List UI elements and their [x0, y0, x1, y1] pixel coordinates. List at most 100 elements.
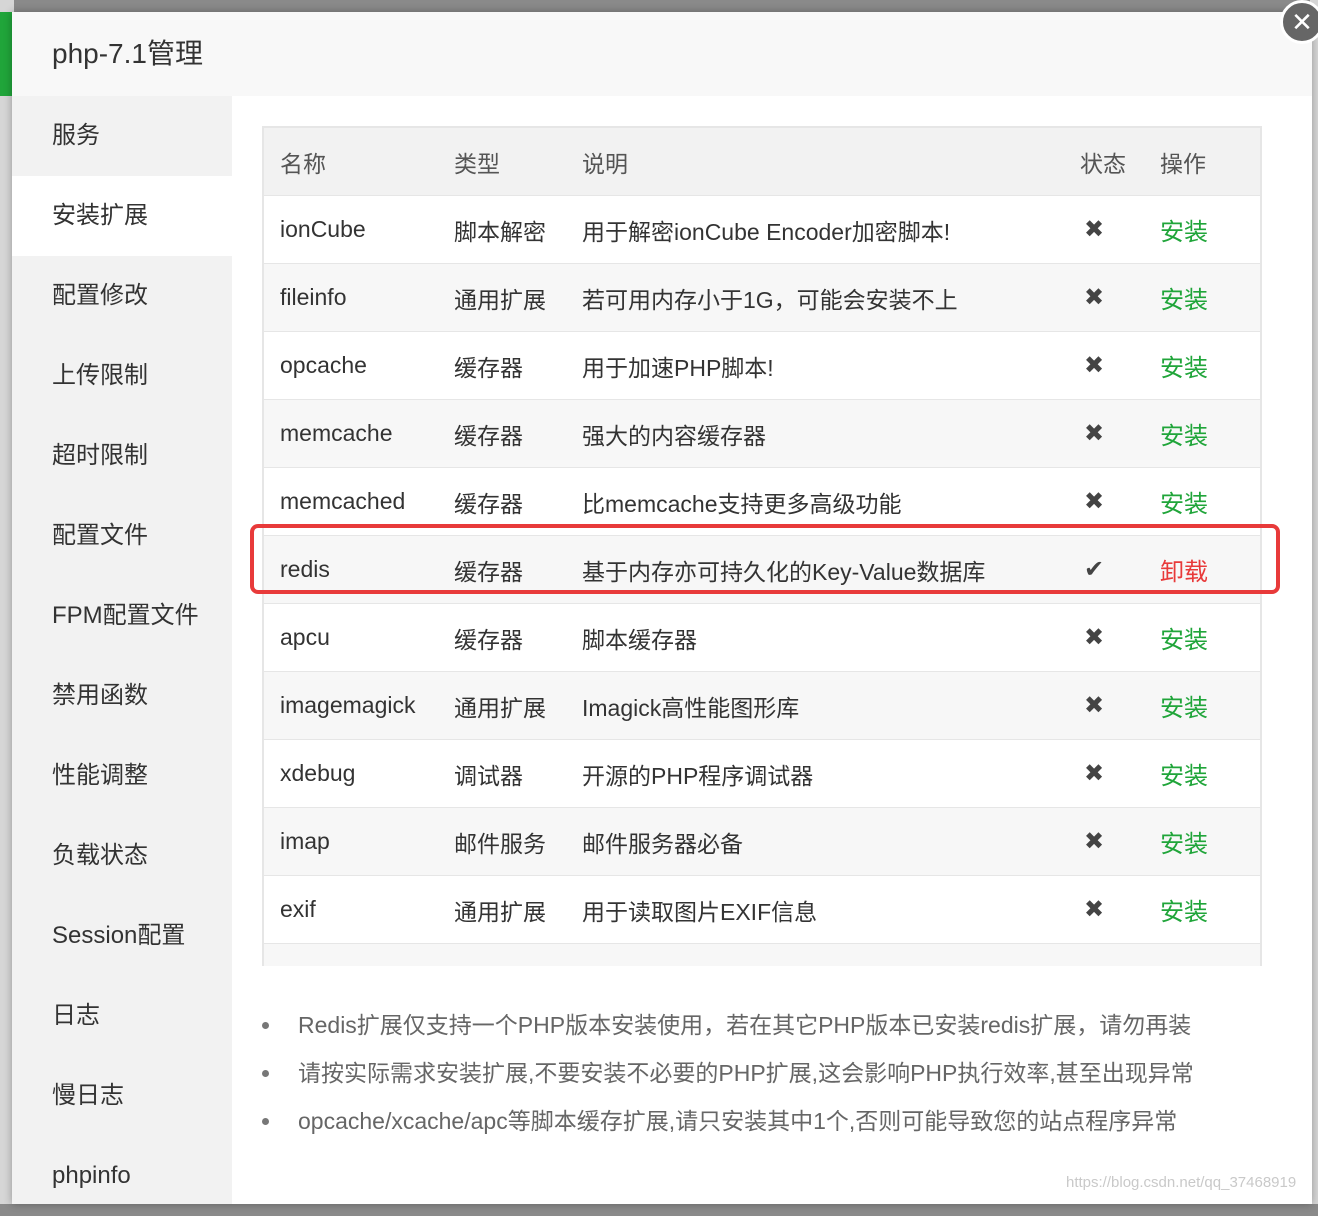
cross-icon: ✖ [1080, 875, 1160, 944]
cross-icon: ✖ [1080, 467, 1160, 536]
cross-icon-text: ✖ [1084, 420, 1105, 447]
sidebar-item-4[interactable]: 超时限制 [12, 416, 232, 496]
cell-name-text: memcached [280, 488, 406, 514]
cell-type: 缓存器 [454, 331, 582, 400]
cell-name: memcache [264, 399, 454, 468]
cell-desc: 邮件服务器必备 [582, 807, 1080, 876]
cell-name: xdebug [264, 739, 454, 808]
install-button[interactable]: 安装 [1160, 603, 1260, 672]
install-button[interactable]: 安装 [1160, 807, 1260, 876]
sidebar-item-6[interactable]: FPM配置文件 [12, 576, 232, 656]
sidebar-item-5[interactable]: 配置文件 [12, 496, 232, 576]
install-button-text[interactable]: 安装 [1160, 423, 1208, 450]
cross-icon: ✖ [1080, 739, 1160, 808]
cell-name-text: memcache [280, 420, 393, 446]
cell-desc: 开源的PHP程序调试器 [582, 739, 1080, 808]
cross-icon: ✖ [1080, 807, 1160, 876]
cell-name-text: exif [280, 896, 316, 922]
install-button[interactable] [1160, 943, 1260, 966]
cell-desc-text: 强大的内容缓存器 [582, 422, 766, 449]
install-button-text[interactable]: 安装 [1160, 491, 1208, 518]
install-button-text[interactable]: 安装 [1160, 627, 1208, 654]
cell-name: opcache [264, 331, 454, 400]
cell-desc-text: 邮件服务器必备 [582, 830, 743, 857]
close-icon[interactable]: ✕ [1280, 0, 1318, 44]
sidebar-item-8[interactable]: 性能调整 [12, 736, 232, 816]
cell-name-text: imagemagick [280, 692, 416, 718]
install-button[interactable]: 安装 [1160, 467, 1260, 536]
install-button-text[interactable]: 安装 [1160, 763, 1208, 790]
table-row: redis 缓存器 基于内存亦可持久化的Key-Value数据库 ✔ 卸载 [264, 535, 1260, 604]
install-button-text[interactable]: 安装 [1160, 219, 1208, 246]
cross-icon-text [1080, 964, 1084, 967]
cell-type [454, 943, 582, 966]
uninstall-button[interactable]: 卸载 [1160, 535, 1260, 604]
cell-type-text: 脚本解密 [454, 218, 546, 245]
cross-icon: ✖ [1080, 603, 1160, 672]
install-button[interactable]: 安装 [1160, 263, 1260, 332]
header-op: 操作 [1160, 128, 1260, 196]
table-row: imap 邮件服务 邮件服务器必备 ✖ 安装 [264, 807, 1260, 876]
cell-type-text: 邮件服务 [454, 830, 546, 857]
sidebar-item-12[interactable]: 慢日志 [12, 1056, 232, 1136]
cross-icon-text: ✖ [1084, 352, 1105, 379]
install-button-text[interactable]: 安装 [1160, 355, 1208, 382]
sidebar-item-3[interactable]: 上传限制 [12, 336, 232, 416]
install-button[interactable]: 安装 [1160, 331, 1260, 400]
extension-table-container[interactable]: 名称 类型 说明 状态 操作 ionCube 脚本解密 用于解密ionCube En… [262, 126, 1262, 966]
cell-type: 通用扩展 [454, 263, 582, 332]
dialog-header: php-7.1管理 [12, 12, 1312, 97]
check-icon-text: ✔ [1084, 556, 1105, 583]
install-button-text[interactable]: 安装 [1160, 899, 1208, 926]
cross-icon-text: ✖ [1084, 488, 1105, 515]
sidebar-item-9[interactable]: 负载状态 [12, 816, 232, 896]
cell-name-text: opcache [280, 352, 367, 378]
table-row: apcu 缓存器 脚本缓存器 ✖ 安装 [264, 603, 1260, 672]
sidebar-item-7[interactable]: 禁用函数 [12, 656, 232, 736]
cell-desc-text: 脚本缓存器 [582, 626, 697, 653]
check-icon: ✔ [1080, 535, 1160, 604]
cross-icon: ✖ [1080, 331, 1160, 400]
cell-name: apcu [264, 603, 454, 672]
uninstall-button-text[interactable]: 卸载 [1160, 559, 1208, 586]
sidebar-item-11[interactable]: 日志 [12, 976, 232, 1056]
cell-name-text: imap [280, 828, 330, 854]
cell-name-text: fileinfo [280, 284, 347, 310]
cell-type: 通用扩展 [454, 671, 582, 740]
install-button[interactable]: 安装 [1160, 875, 1260, 944]
sidebar-item-1[interactable]: 安装扩展 [12, 176, 232, 256]
sidebar-item-2[interactable]: 配置修改 [12, 256, 232, 336]
install-button-text[interactable]: 安装 [1160, 287, 1208, 314]
install-button[interactable]: 安装 [1160, 399, 1260, 468]
install-button-text[interactable]: 安装 [1160, 831, 1208, 858]
table-row: exif 通用扩展 用于读取图片EXIF信息 ✖ 安装 [264, 875, 1260, 944]
install-button[interactable]: 安装 [1160, 739, 1260, 808]
cross-icon: ✖ [1080, 671, 1160, 740]
cell-desc [582, 943, 1080, 966]
cell-name [264, 943, 454, 966]
sidebar-item-10[interactable]: Session配置 [12, 896, 232, 976]
install-button[interactable]: 安装 [1160, 671, 1260, 740]
cross-icon-text: ✖ [1084, 216, 1105, 243]
cell-name: redis [264, 535, 454, 604]
table-row: fileinfo 通用扩展 若可用内存小于1G，可能会安装不上 ✖ 安装 [264, 263, 1260, 332]
install-button-text[interactable]: 安装 [1160, 695, 1208, 722]
cell-type-text: 缓存器 [454, 490, 523, 517]
sidebar-item-13[interactable]: phpinfo [12, 1136, 232, 1216]
cell-desc: 脚本缓存器 [582, 603, 1080, 672]
note-item: opcache/xcache/apc等脚本缓存扩展,请只安装其中1个,否则可能导… [262, 1097, 1272, 1145]
cell-type-text: 调试器 [454, 762, 523, 789]
table-row: xdebug 调试器 开源的PHP程序调试器 ✖ 安装 [264, 739, 1260, 808]
cell-desc-text: Imagick高性能图形库 [582, 694, 800, 721]
cell-desc-text: 用于读取图片EXIF信息 [582, 898, 818, 925]
cell-type-text: 缓存器 [454, 558, 523, 585]
cross-icon [1080, 943, 1160, 967]
cell-name: fileinfo [264, 263, 454, 332]
sidebar-item-0[interactable]: 服务 [12, 96, 232, 176]
cross-icon: ✖ [1080, 263, 1160, 332]
header-name: 名称 [264, 128, 454, 196]
cell-name-text: xdebug [280, 760, 356, 786]
install-button[interactable]: 安装 [1160, 195, 1260, 264]
cell-name-text: redis [280, 556, 330, 582]
cell-name: imagemagick [264, 671, 454, 740]
